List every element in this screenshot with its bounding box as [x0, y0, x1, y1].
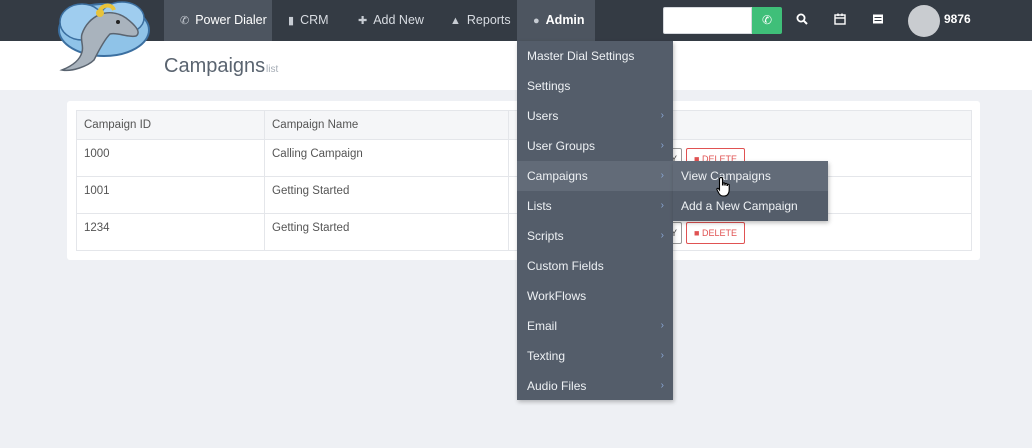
chevron-right-icon: ›: [660, 350, 664, 361]
nav-reports[interactable]: ▲ Reports: [434, 0, 527, 41]
nav-add-new[interactable]: ✚ Add New: [342, 0, 440, 41]
menu-item-texting[interactable]: Texting ›: [517, 341, 673, 371]
trash-icon: ■: [694, 228, 702, 238]
dial-number-input[interactable]: [663, 7, 752, 34]
menu-item-label: Texting: [527, 349, 566, 363]
menu-item-label: Users: [527, 109, 559, 123]
menu-item-label: Master Dial Settings: [527, 49, 635, 63]
menu-item-scripts[interactable]: Scripts ›: [517, 221, 673, 251]
submenu-item-view-campaigns[interactable]: View Campaigns: [673, 161, 828, 191]
search-icon[interactable]: [793, 12, 811, 30]
campaign-id-cell: 1000: [76, 139, 265, 177]
menu-item-user-groups[interactable]: User Groups ›: [517, 131, 673, 161]
phone-icon: ✆: [180, 15, 190, 27]
page-title: Campaigns: [164, 55, 266, 77]
chevron-right-icon: ›: [660, 320, 664, 331]
column-header-campaign-name[interactable]: Campaign Name: [264, 110, 509, 140]
dolphin-logo[interactable]: [52, 0, 156, 76]
delete-label: DELETE: [701, 228, 737, 238]
nav-reports-label: Reports: [466, 13, 511, 27]
menu-item-label: Custom Fields: [527, 259, 604, 273]
menu-item-audio-files[interactable]: Audio Files ›: [517, 371, 673, 401]
dial-call-button[interactable]: ✆: [752, 7, 782, 34]
menu-item-label: Settings: [527, 79, 571, 93]
campaign-id-cell: 1001: [76, 176, 265, 214]
campaign-name-cell: Getting Started: [264, 213, 509, 251]
submenu-item-label: Add a New Campaign: [681, 199, 798, 213]
nav-crm-label: CRM: [300, 13, 329, 27]
user-icon: ●: [533, 15, 540, 27]
nav-crm[interactable]: ▮ CRM: [272, 0, 345, 41]
menu-item-lists[interactable]: Lists ›: [517, 191, 673, 221]
nav-power-dialer[interactable]: ✆ Power Dialer: [164, 0, 272, 41]
menu-item-label: Campaigns: [527, 169, 588, 183]
chevron-right-icon: ›: [660, 230, 664, 241]
nav-power-dialer-label: Power Dialer: [195, 13, 267, 27]
calendar-icon[interactable]: [831, 12, 849, 30]
menu-item-workflows[interactable]: WorkFlows: [517, 281, 673, 311]
chevron-right-icon: ›: [660, 380, 664, 391]
submenu-item-add-campaign[interactable]: Add a New Campaign: [673, 191, 828, 221]
chevron-right-icon: ›: [660, 110, 664, 121]
hand-cursor-icon: [716, 176, 734, 198]
campaign-id-cell: 1234: [76, 213, 265, 251]
menu-item-email[interactable]: Email ›: [517, 311, 673, 341]
page-subtitle: list: [266, 64, 279, 75]
menu-item-label: WorkFlows: [527, 289, 587, 303]
plus-icon: ✚: [358, 15, 368, 27]
campaigns-submenu: View Campaigns Add a New Campaign: [673, 161, 828, 221]
menu-item-label: Audio Files: [527, 379, 587, 393]
menu-item-custom-fields[interactable]: Custom Fields: [517, 251, 673, 281]
menu-item-label: Lists: [527, 199, 552, 213]
list-icon[interactable]: [869, 12, 887, 30]
chevron-right-icon: ›: [660, 170, 664, 181]
phone-icon: ✆: [761, 13, 773, 27]
flask-icon: ▲: [450, 15, 461, 27]
chevron-right-icon: ›: [660, 200, 664, 211]
book-icon: ▮: [288, 15, 295, 27]
menu-item-label: User Groups: [527, 139, 596, 153]
chevron-right-icon: ›: [660, 140, 664, 151]
menu-item-label: Email: [527, 319, 558, 333]
nav-admin-label: Admin: [545, 13, 585, 27]
avatar[interactable]: [908, 5, 940, 37]
admin-dropdown-menu: Master Dial Settings Settings Users › Use…: [517, 41, 673, 400]
menu-item-campaigns[interactable]: Campaigns ›: [517, 161, 673, 191]
campaign-name-cell: Getting Started: [264, 176, 509, 214]
user-name: 9876: [944, 12, 971, 26]
menu-item-master-dial-settings[interactable]: Master Dial Settings: [517, 41, 673, 71]
delete-button[interactable]: ■ DELETE: [686, 222, 745, 244]
nav-add-new-label: Add New: [373, 13, 424, 27]
menu-item-settings[interactable]: Settings: [517, 71, 673, 101]
column-header-campaign-id[interactable]: Campaign ID: [76, 110, 265, 140]
menu-item-label: Scripts: [527, 229, 564, 243]
nav-admin[interactable]: ● Admin: [517, 0, 595, 41]
campaign-name-cell: Calling Campaign: [264, 139, 509, 177]
menu-item-users[interactable]: Users ›: [517, 101, 673, 131]
